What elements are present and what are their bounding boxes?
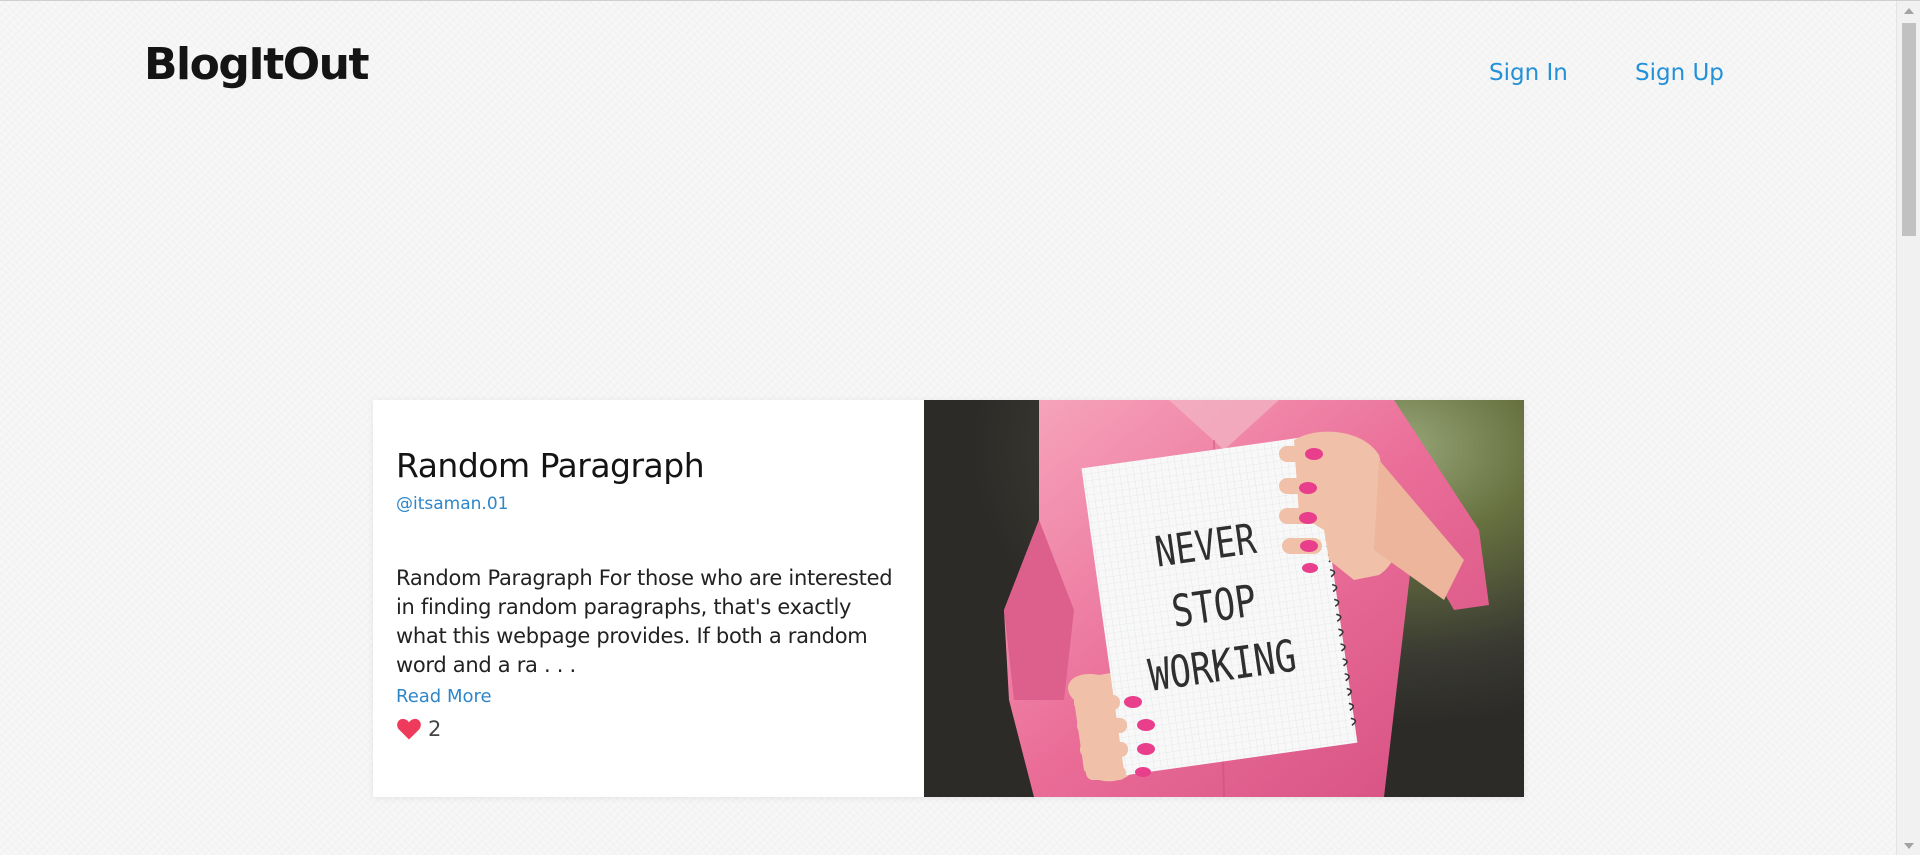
scroll-down-arrow-icon[interactable] — [1897, 836, 1920, 855]
page: BlogItOut Sign In Sign Up Random Paragra… — [0, 0, 1920, 855]
scrollbar-thumb[interactable] — [1902, 23, 1916, 236]
brand-logo[interactable]: BlogItOut — [144, 39, 370, 90]
sign-up-link[interactable]: Sign Up — [1635, 60, 1724, 86]
vertical-scrollbar[interactable] — [1896, 1, 1920, 855]
post-author-link[interactable]: @itsaman.01 — [396, 494, 900, 514]
heart-icon[interactable] — [396, 717, 422, 741]
post-card-body: Random Paragraph @itsaman.01 Random Para… — [373, 400, 924, 797]
post-image[interactable]: NEVER STOP WORKING — [924, 400, 1524, 797]
likes: 2 — [396, 717, 900, 741]
post-title[interactable]: Random Paragraph — [396, 444, 900, 488]
sign-in-link[interactable]: Sign In — [1489, 60, 1568, 86]
like-count: 2 — [428, 717, 442, 741]
scroll-up-arrow-icon[interactable] — [1897, 1, 1920, 21]
post-card: Random Paragraph @itsaman.01 Random Para… — [373, 400, 1524, 797]
read-more-link[interactable]: Read More — [396, 686, 492, 707]
post-excerpt: Random Paragraph For those who are inter… — [396, 566, 893, 677]
